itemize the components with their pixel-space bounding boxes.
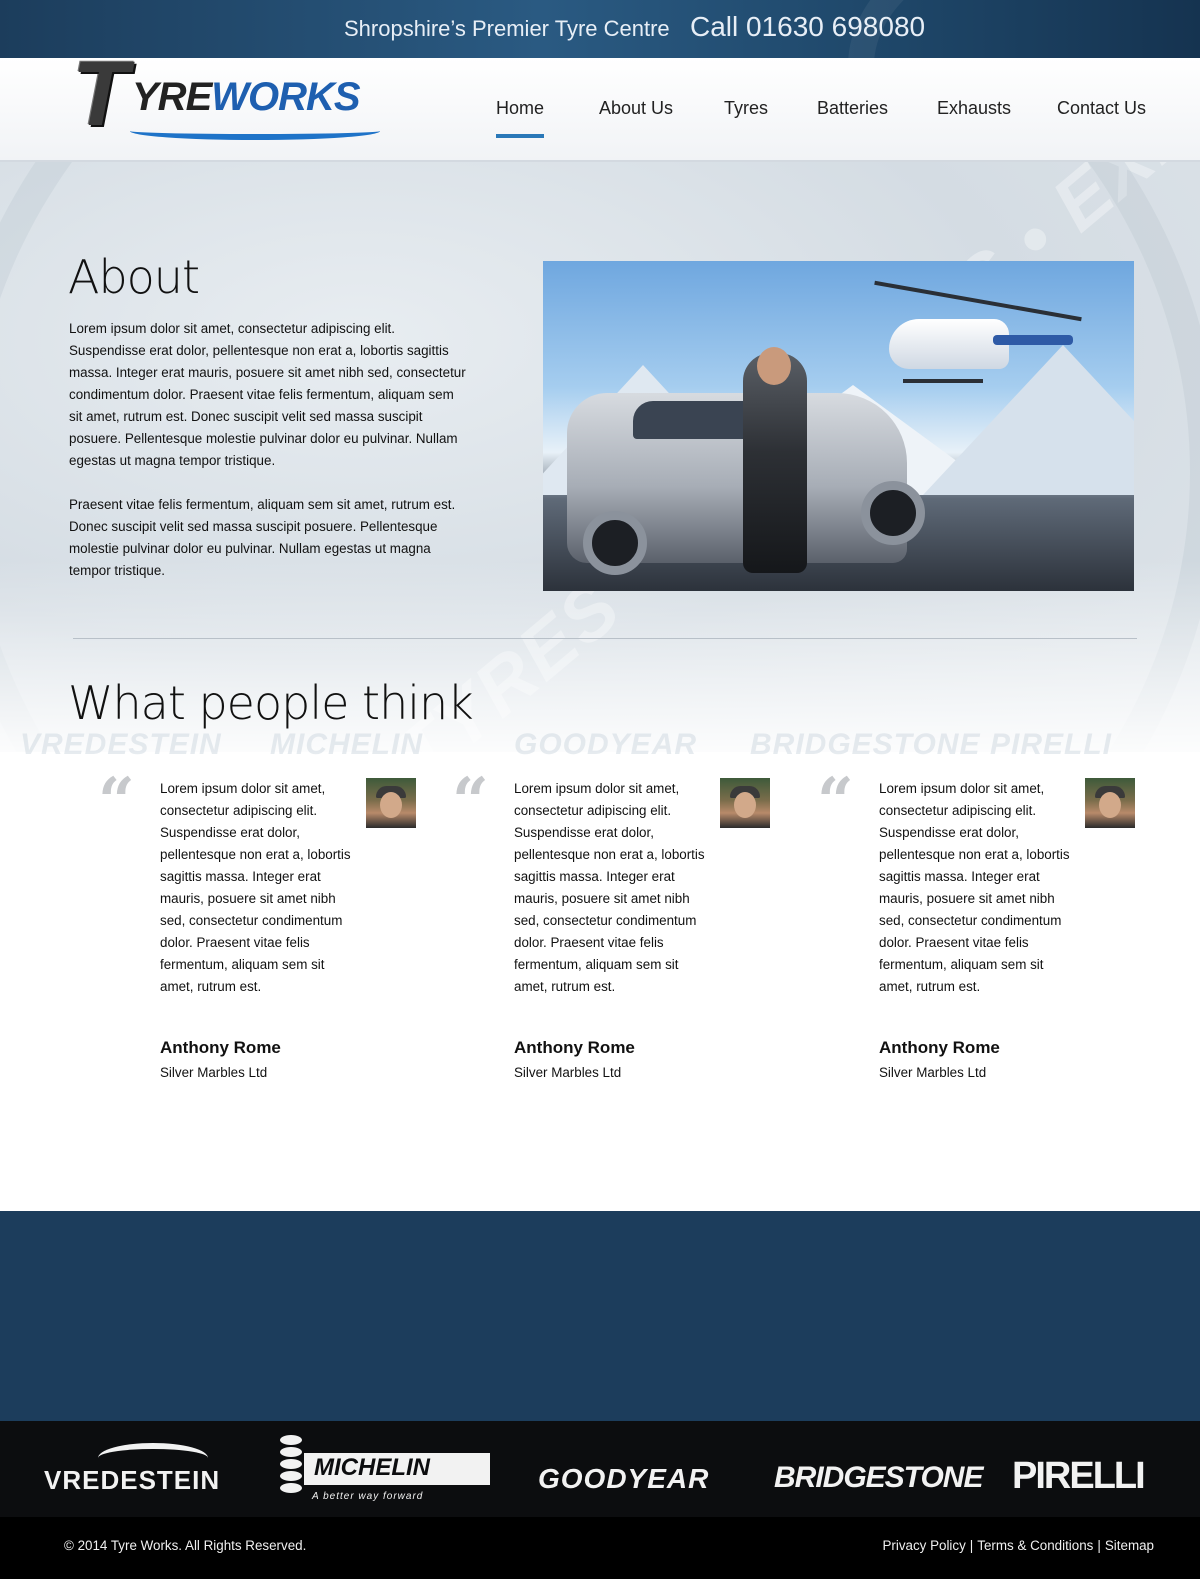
privacy-policy-link[interactable]: Privacy Policy — [882, 1538, 965, 1553]
person-head — [757, 347, 791, 385]
vredestein-arc — [98, 1443, 208, 1473]
michelin-logo[interactable]: MICHELIN — [304, 1453, 490, 1485]
ghost-logo-pirelli: PIRELLI — [990, 728, 1113, 761]
sitemap-link[interactable]: Sitemap — [1105, 1538, 1154, 1553]
testimonial-text: Lorem ipsum dolor sit amet, consectetur … — [879, 781, 1070, 994]
helicopter-tail — [993, 335, 1073, 345]
copyright-text: © 2014 Tyre Works. All Rights Reserved. — [64, 1538, 307, 1553]
helicopter — [889, 319, 1009, 369]
testimonial-card: “ Lorem ipsum dolor sit amet, consectetu… — [452, 770, 782, 1098]
testimonial-card: “ Lorem ipsum dolor sit amet, consectetu… — [98, 770, 428, 1098]
nav-batteries[interactable]: Batteries — [817, 98, 888, 119]
nav-tyres[interactable]: Tyres — [724, 98, 768, 119]
bridgestone-logo[interactable]: BRIDGESTONE — [774, 1461, 983, 1495]
nav-exhausts[interactable]: Exhausts — [937, 98, 1011, 119]
avatar-face — [734, 792, 756, 818]
testimonial-text: Lorem ipsum dolor sit amet, consectetur … — [160, 781, 351, 994]
testimonial-text: Lorem ipsum dolor sit amet, consectetur … — [514, 781, 705, 994]
michelin-tagline: A better way forward — [312, 1491, 424, 1502]
ghost-logo-vredestein: VREDESTEIN — [20, 728, 222, 761]
quote-icon: “ — [452, 764, 489, 839]
michelin-man-segment — [278, 1481, 304, 1495]
avatar-face — [1099, 792, 1121, 818]
pirelli-wordmark: PIRELLI — [1012, 1455, 1146, 1497]
link-separator: | — [969, 1538, 974, 1553]
person — [743, 353, 807, 573]
ghost-brand-logos: VREDESTEIN MICHELIN GOODYEAR BRIDGESTONE… — [20, 722, 1140, 766]
pirelli-logo[interactable]: PIRELLI — [1012, 1455, 1158, 1497]
testimonial-name: Anthony Rome — [160, 1038, 281, 1057]
testimonial-name: Anthony Rome — [514, 1038, 635, 1057]
avatar — [366, 778, 416, 828]
testimonial-card: “ Lorem ipsum dolor sit amet, consectetu… — [817, 770, 1147, 1098]
testimonial-name: Anthony Rome — [879, 1038, 1000, 1057]
car-wheel — [583, 511, 647, 575]
quote-icon: “ — [98, 764, 135, 839]
vredestein-logo[interactable]: VREDESTEIN — [44, 1443, 220, 1496]
about-title: About — [68, 250, 200, 304]
testimonial-company: Silver Marbles Ltd — [879, 1065, 987, 1080]
goodyear-logo[interactable]: GOODYEAR — [538, 1463, 709, 1495]
helicopter-rotor — [874, 280, 1082, 322]
about-paragraph: Lorem ipsum dolor sit amet, consectetur … — [69, 321, 466, 468]
footer-links: Privacy Policy | Terms & Conditions | Sitema… — [882, 1538, 1154, 1553]
avatar-face — [380, 792, 402, 818]
about-text: Lorem ipsum dolor sit amet, consectetur … — [69, 318, 469, 604]
ghost-logo-michelin: MICHELIN — [270, 728, 423, 761]
avatar — [720, 778, 770, 828]
section-divider — [73, 638, 1137, 639]
blue-band — [0, 1211, 1200, 1421]
main-nav: Home About Us Tyres Batteries Exhausts C… — [0, 98, 1200, 148]
ghost-logo-goodyear: GOODYEAR — [514, 728, 698, 761]
footer: © 2014 Tyre Works. All Rights Reserved. … — [0, 1517, 1200, 1579]
about-photo — [543, 261, 1134, 591]
michelin-wordmark: MICHELIN — [314, 1454, 430, 1481]
terms-link[interactable]: Terms & Conditions — [977, 1538, 1093, 1553]
about-paragraph: Praesent vitae felis fermentum, aliquam … — [69, 497, 456, 578]
brand-logos-bar: VREDESTEIN MICHELIN A better way forward… — [0, 1421, 1200, 1517]
avatar — [1085, 778, 1135, 828]
quote-icon: “ — [817, 764, 854, 839]
nav-about-us[interactable]: About Us — [599, 98, 673, 119]
michelin-man-icon — [274, 1433, 308, 1503]
testimonial-company: Silver Marbles Ltd — [160, 1065, 268, 1080]
nav-home[interactable]: Home — [496, 98, 545, 138]
link-separator: | — [1097, 1538, 1101, 1553]
tagline: Shropshire’s Premier Tyre Centre — [344, 16, 670, 41]
phone-number[interactable]: Call 01630 698080 — [690, 11, 925, 43]
testimonial-company: Silver Marbles Ltd — [514, 1065, 622, 1080]
nav-contact-us[interactable]: Contact Us — [1057, 98, 1146, 119]
ghost-logo-bridgestone: BRIDGESTONE — [750, 728, 981, 761]
car-wheel — [861, 481, 925, 545]
helicopter-skid — [903, 379, 983, 383]
